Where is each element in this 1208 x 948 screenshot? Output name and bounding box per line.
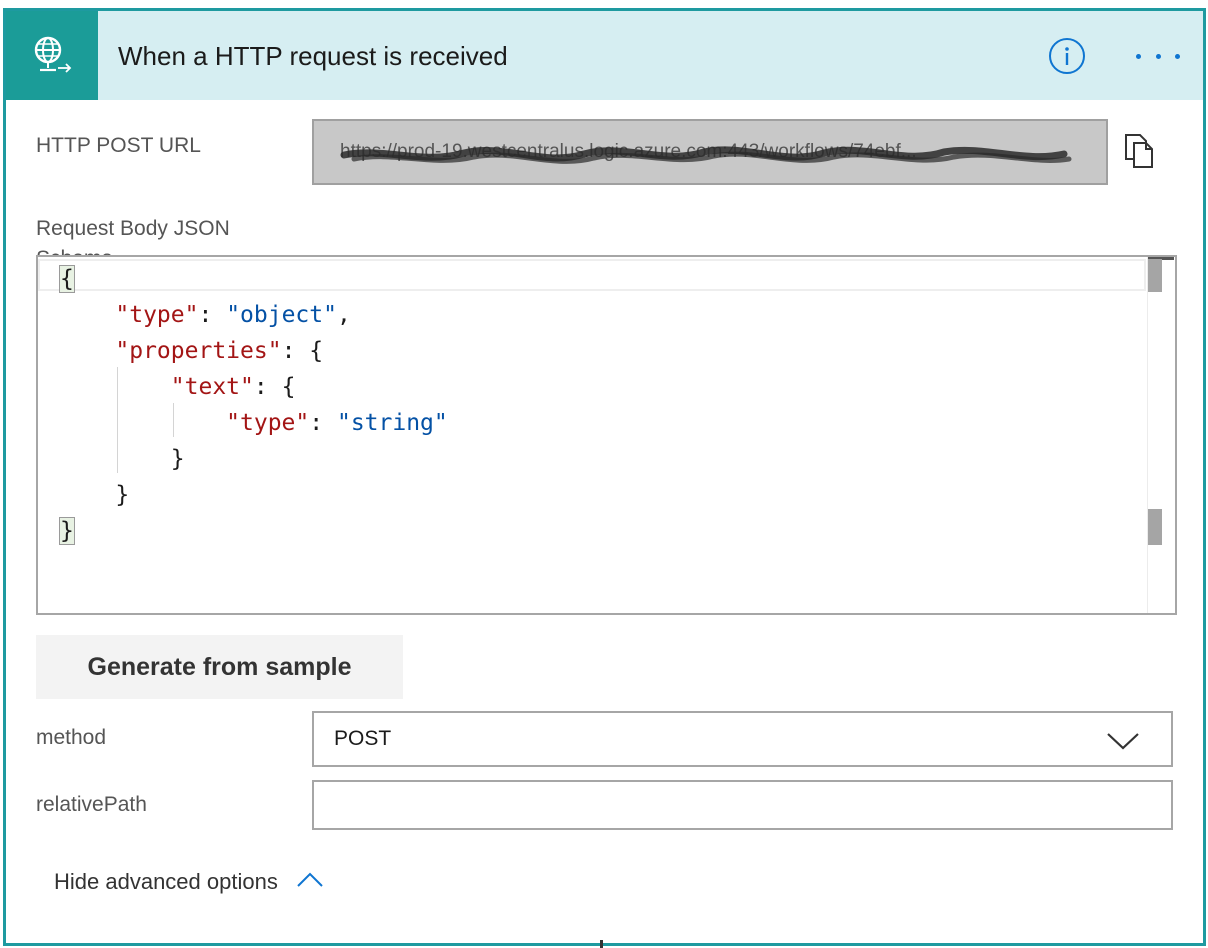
matching-brace: } bbox=[59, 517, 75, 545]
info-icon bbox=[1065, 47, 1069, 65]
redaction-scribble bbox=[340, 146, 1072, 164]
chevron-down-icon bbox=[1107, 733, 1139, 750]
code-line: { bbox=[59, 261, 448, 297]
json-schema-editor[interactable]: { "type": "object", "properties": { "tex… bbox=[36, 255, 1177, 615]
chevron-up-icon bbox=[297, 872, 323, 887]
scrollbar-marker bbox=[1148, 509, 1162, 545]
copy-icon[interactable] bbox=[1122, 133, 1156, 169]
json-key: "properties" bbox=[115, 338, 282, 364]
flow-connector-line bbox=[600, 940, 603, 948]
more-options-button[interactable] bbox=[1136, 41, 1180, 71]
code-line: "type": "string" bbox=[226, 410, 448, 436]
trigger-card: When a HTTP request is received HTTP POS… bbox=[3, 8, 1206, 946]
code-line: "properties": { bbox=[115, 338, 324, 364]
ellipsis-icon bbox=[1136, 53, 1141, 59]
card-header[interactable]: When a HTTP request is received bbox=[6, 11, 1203, 100]
json-key: "type" bbox=[115, 302, 199, 328]
code-line: } bbox=[59, 513, 448, 549]
relative-path-label: relativePath bbox=[36, 793, 147, 816]
scrollbar-thumb[interactable] bbox=[1148, 259, 1162, 292]
card-title: When a HTTP request is received bbox=[118, 41, 508, 71]
method-label: method bbox=[36, 726, 107, 749]
hide-advanced-options-toggle[interactable]: Hide advanced options bbox=[54, 869, 324, 895]
code-line: "type": "object", bbox=[115, 302, 351, 328]
code-line: "text": { bbox=[170, 374, 296, 400]
method-selected-value: POST bbox=[334, 727, 392, 750]
json-key: "type" bbox=[226, 410, 310, 436]
json-key: "text" bbox=[170, 374, 254, 400]
json-value: "string" bbox=[336, 410, 448, 436]
hide-advanced-options-label: Hide advanced options bbox=[54, 869, 278, 894]
code-line: } bbox=[60, 446, 185, 472]
http-post-url-label: HTTP POST URL bbox=[36, 134, 201, 157]
http-post-url-field[interactable]: https://prod-19.westcentralus.logic.azur… bbox=[312, 119, 1108, 185]
json-value: "object" bbox=[226, 302, 337, 328]
info-button[interactable] bbox=[1049, 38, 1085, 74]
matching-brace: { bbox=[59, 265, 75, 293]
code-block: { "type": "object", "properties": { "tex… bbox=[59, 261, 448, 549]
generate-from-sample-button[interactable]: Generate from sample bbox=[36, 635, 403, 699]
request-body-schema-label: Request Body JSON Schema bbox=[36, 217, 230, 256]
code-line: } bbox=[60, 482, 130, 508]
editor-scrollbar[interactable] bbox=[1147, 257, 1175, 613]
globe-request-icon bbox=[34, 36, 72, 73]
relative-path-input[interactable] bbox=[312, 780, 1173, 830]
trigger-icon-tile bbox=[6, 11, 98, 100]
method-select[interactable]: POST bbox=[312, 711, 1173, 767]
